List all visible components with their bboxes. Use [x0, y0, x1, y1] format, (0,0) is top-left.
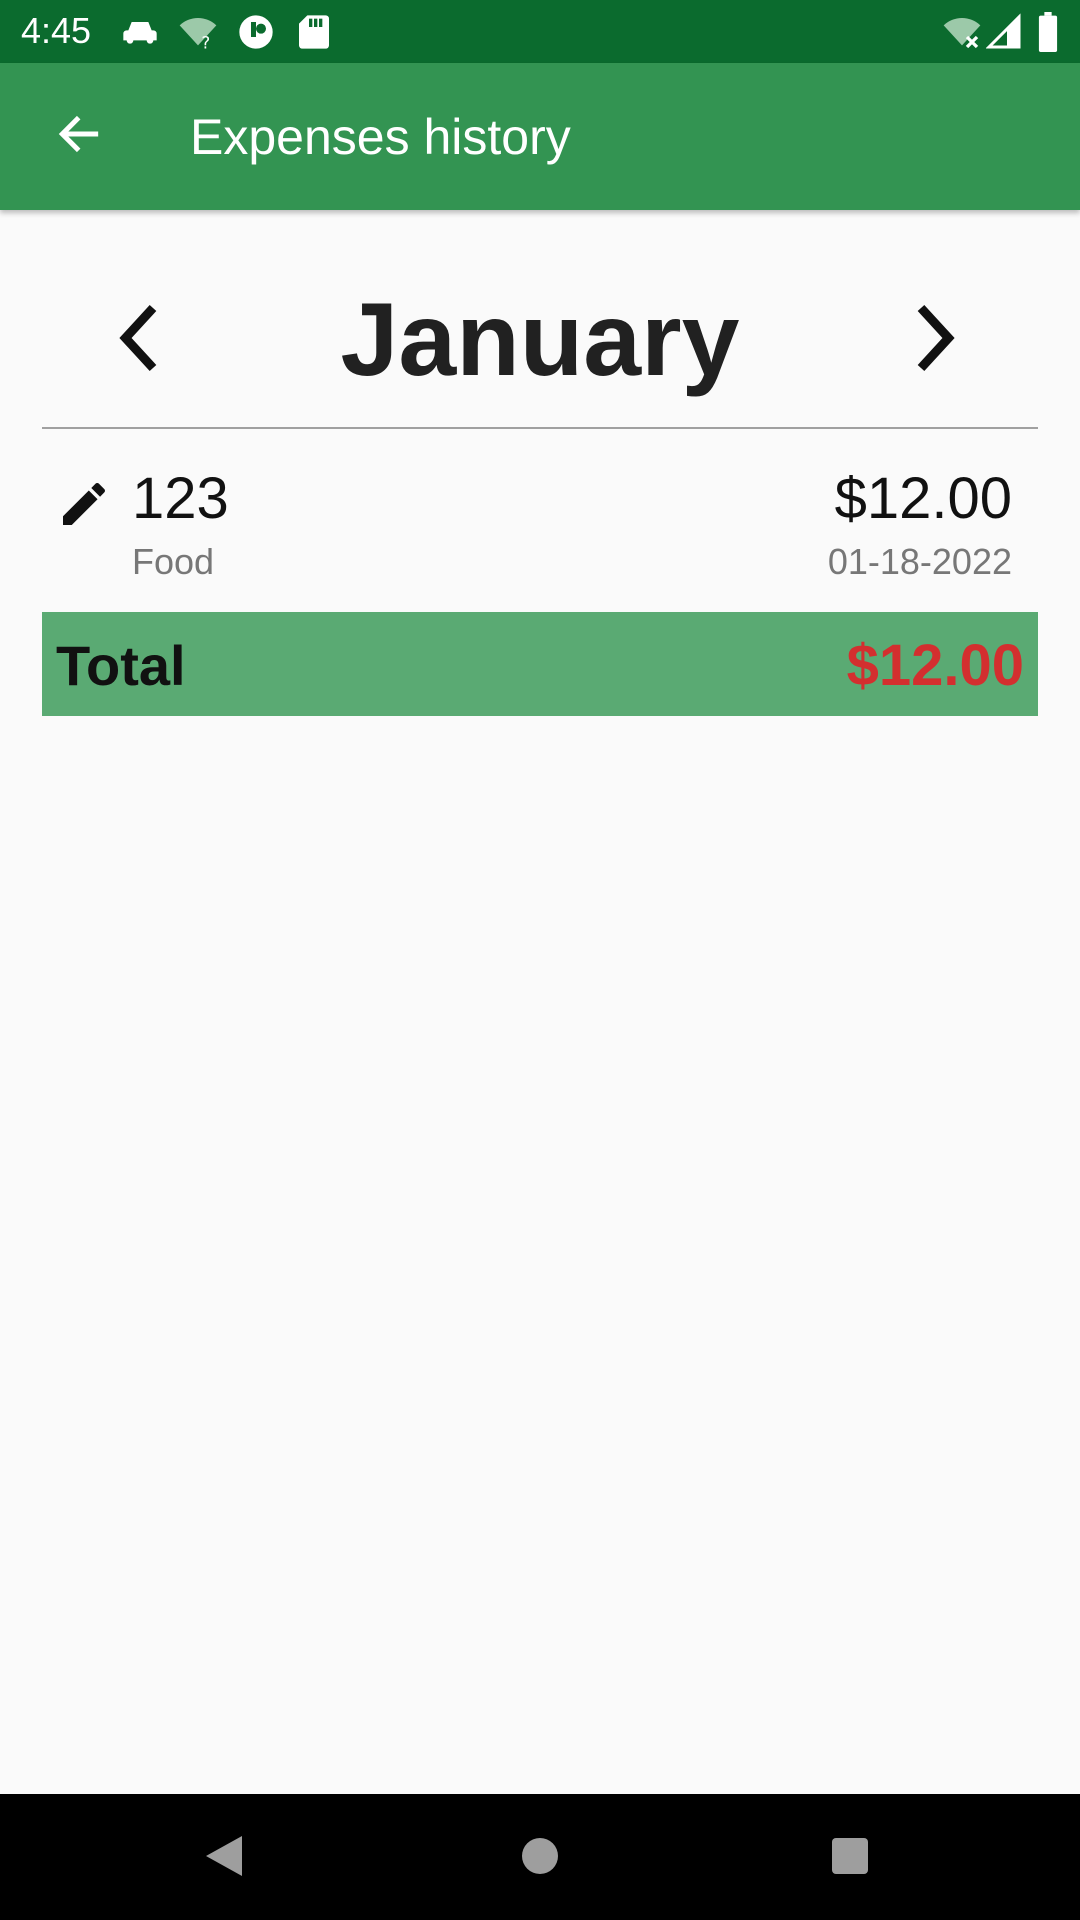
back-button[interactable]: [36, 93, 122, 179]
wifi-x-icon: [942, 12, 982, 52]
system-navigation-bar: [0, 1794, 1080, 1920]
signal-icon: [985, 12, 1022, 52]
sd-card-icon: [296, 12, 332, 52]
arrow-back-icon: [54, 109, 104, 164]
total-label: Total: [56, 634, 186, 697]
recents-square-icon: [830, 1836, 870, 1881]
expense-amount: $12.00: [834, 466, 1012, 531]
expense-category: Food: [132, 541, 215, 582]
nav-home-button[interactable]: [502, 1820, 578, 1896]
back-triangle-icon: [202, 1832, 246, 1885]
app-bar: Expenses history: [0, 63, 1080, 210]
expense-name: 123: [132, 466, 229, 531]
nav-recents-button[interactable]: [812, 1820, 888, 1896]
expense-date: 01-18-2022: [827, 541, 1012, 582]
battery-icon: [1036, 12, 1060, 52]
month-navigator: January: [42, 260, 1038, 420]
home-circle-icon: [520, 1836, 560, 1881]
page-title: Expenses history: [190, 109, 571, 165]
edit-expense-button[interactable]: [56, 476, 116, 536]
status-bar: 4:45 ?: [0, 0, 1080, 63]
circle-app-icon: [236, 12, 276, 52]
pencil-icon: [56, 482, 112, 536]
divider: [42, 427, 1038, 429]
status-time: 4:45: [21, 10, 92, 51]
total-bar: Total $12.00: [42, 612, 1038, 716]
nav-back-button[interactable]: [186, 1820, 262, 1896]
expenses-history-screen: 4:45 ? Expenses history January 123 Food…: [0, 0, 1080, 1920]
month-title: January: [340, 282, 740, 398]
next-month-button[interactable]: [896, 300, 976, 380]
total-value: $12.00: [846, 633, 1024, 698]
svg-text:?: ?: [201, 34, 210, 52]
list-item[interactable]: 123 Food $12.00 01-18-2022: [42, 450, 1038, 600]
car-icon: [120, 12, 160, 52]
chevron-right-icon: [908, 303, 964, 378]
wifi-question-icon: ?: [178, 12, 218, 53]
